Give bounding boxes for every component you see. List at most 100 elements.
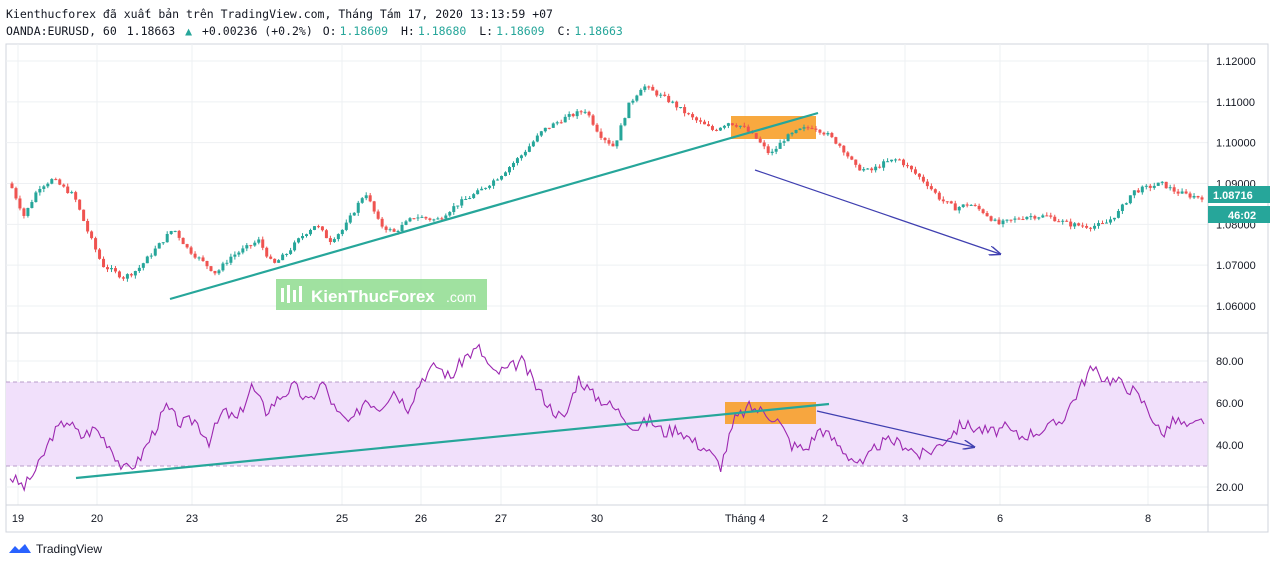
candle-body <box>249 245 253 247</box>
time-tick-label: 19 <box>12 513 24 525</box>
candle-body <box>448 212 452 216</box>
candle-body <box>1120 204 1124 212</box>
candle-body <box>1148 185 1152 188</box>
candle-body <box>1017 218 1021 220</box>
candle-body <box>611 143 615 147</box>
candle-body <box>929 186 933 190</box>
candle-body <box>42 186 46 189</box>
candle-body <box>74 192 78 200</box>
candle-body <box>774 148 778 152</box>
candle-body <box>1116 211 1120 218</box>
candle-body <box>762 142 766 147</box>
candle-body <box>969 204 973 206</box>
price-tick-label: 1.12000 <box>1216 56 1256 68</box>
candle-body <box>1160 181 1164 183</box>
candle-body <box>213 270 217 274</box>
candle-body <box>396 230 400 232</box>
candle-body <box>810 127 814 129</box>
candle-body <box>98 249 102 259</box>
candle-body <box>173 230 177 232</box>
candle-body <box>917 173 921 177</box>
candle-body <box>874 166 878 171</box>
countdown-value: 46:02 <box>1228 210 1256 222</box>
candle-body <box>237 252 241 255</box>
time-tick-label: 20 <box>91 513 103 525</box>
candle-body <box>157 243 161 249</box>
candle-body <box>86 220 90 232</box>
candle-body <box>408 218 412 222</box>
candle-body <box>890 159 894 162</box>
candle-body <box>1025 216 1029 220</box>
candle-body <box>981 209 985 214</box>
candle-body <box>921 176 925 182</box>
candle-body <box>722 125 726 128</box>
price-chart[interactable]: KienThucForex .com 1.12000 1.11000 1.10000… <box>0 0 1274 569</box>
candle-body <box>937 192 941 200</box>
candle-body <box>898 159 902 161</box>
candle-body <box>1077 223 1081 226</box>
candle-body <box>985 213 989 217</box>
candle-body <box>1196 196 1200 198</box>
candle-body <box>770 151 774 154</box>
candle-body <box>746 126 750 132</box>
candle-body <box>850 156 854 160</box>
candle-body <box>1009 219 1013 221</box>
candle-body <box>587 111 591 116</box>
candle-body <box>643 86 647 90</box>
candle-body <box>993 219 997 221</box>
candle-body <box>786 134 790 142</box>
price-tick-label: 1.07000 <box>1216 260 1256 272</box>
candle-body <box>436 218 440 220</box>
candle-body <box>531 141 535 147</box>
tradingview-brand[interactable]: TradingView <box>36 542 102 556</box>
candle-body <box>1065 220 1069 222</box>
candle-body <box>635 95 639 101</box>
candle-body <box>547 127 551 129</box>
candle-body <box>766 146 770 154</box>
candle-body <box>269 256 273 259</box>
candle-body <box>504 172 508 176</box>
time-tick-label: 30 <box>591 513 603 525</box>
candle-body <box>742 125 746 127</box>
candle-body <box>909 165 913 170</box>
candle-body <box>217 270 221 274</box>
candle-body <box>301 236 305 239</box>
candle-body <box>730 123 734 126</box>
candle-body <box>102 258 106 268</box>
rsi-tick-label: 20.00 <box>1216 482 1244 494</box>
candle-body <box>651 86 655 91</box>
candle-body <box>527 146 531 152</box>
candle-body <box>583 111 587 113</box>
candle-body <box>734 125 738 127</box>
candle-body <box>54 179 58 181</box>
candle-body <box>58 179 62 185</box>
candle-body <box>806 127 810 129</box>
candle-body <box>432 219 436 221</box>
candle-body <box>631 100 635 103</box>
candle-body <box>965 204 969 206</box>
candle-body <box>293 242 297 251</box>
candle-body <box>34 192 38 203</box>
candle-body <box>738 125 742 127</box>
candle-body <box>90 231 94 239</box>
candle-body <box>619 125 623 141</box>
candle-body <box>404 221 408 225</box>
candle-body <box>500 175 504 180</box>
candle-body <box>945 201 949 203</box>
candle-body <box>1053 216 1057 222</box>
candle-body <box>30 202 34 208</box>
candle-body <box>221 263 225 271</box>
candle-body <box>1081 225 1085 227</box>
candle-body <box>886 161 890 163</box>
candle-body <box>201 257 205 262</box>
candle-body <box>360 198 364 203</box>
candle-body <box>1156 182 1160 186</box>
candle-body <box>894 159 898 161</box>
candle-body <box>639 89 643 96</box>
candle-body <box>555 122 559 124</box>
candle-body <box>1041 215 1045 218</box>
candle-body <box>627 102 631 119</box>
candle-body <box>336 234 340 240</box>
candle-logo-icon <box>281 288 284 302</box>
candle-body <box>543 127 547 132</box>
